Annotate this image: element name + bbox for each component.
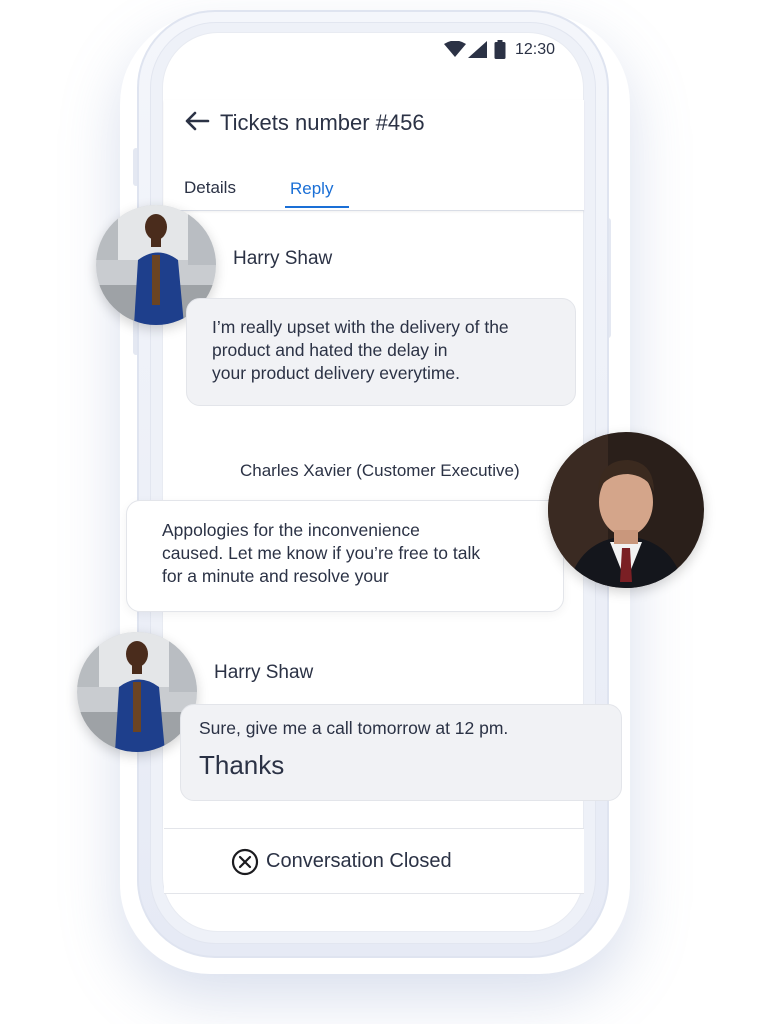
- battery-icon: [494, 40, 506, 59]
- message-bubble: I’m really upset with the delivery of th…: [186, 298, 576, 406]
- message-line: Sure, give me a call tomorrow at 12 pm.: [199, 718, 509, 738]
- wifi-icon: [444, 41, 466, 58]
- message-line: I’m really upset with the delivery of th…: [212, 317, 509, 337]
- charles-avatar: [548, 432, 704, 588]
- tab-reply[interactable]: Reply: [290, 179, 333, 199]
- message-emphasis: Thanks: [199, 750, 285, 780]
- message-line: product and hated the delay in: [212, 340, 448, 360]
- page-title: Tickets number #456: [220, 110, 425, 135]
- back-button[interactable]: [184, 110, 212, 136]
- tab-details[interactable]: Details: [184, 178, 236, 198]
- status-time: 12:30: [515, 41, 556, 58]
- conversation-status-label: Conversation Closed: [266, 850, 452, 872]
- harry-avatar: [77, 632, 197, 752]
- message-line: Appologies for the inconvenience: [162, 520, 420, 540]
- message-bubble: Sure, give me a call tomorrow at 12 pm. …: [180, 704, 622, 801]
- sender-name: Charles Xavier (Customer Executive): [240, 461, 520, 480]
- message-bubble: Appologies for the inconvenience caused.…: [126, 500, 564, 612]
- message-line: for a minute and resolve your: [162, 566, 389, 586]
- signal-icon: [468, 41, 487, 58]
- message-line: caused. Let me know if you’re free to ta…: [162, 543, 481, 563]
- tab-reply-underline: [285, 206, 349, 208]
- message-line: your product delivery everytime.: [212, 363, 461, 383]
- sender-name: Harry Shaw: [233, 248, 333, 269]
- sender-name: Harry Shaw: [214, 662, 314, 683]
- close-circle-icon: [231, 848, 259, 881]
- arrow-left-icon: [185, 111, 210, 131]
